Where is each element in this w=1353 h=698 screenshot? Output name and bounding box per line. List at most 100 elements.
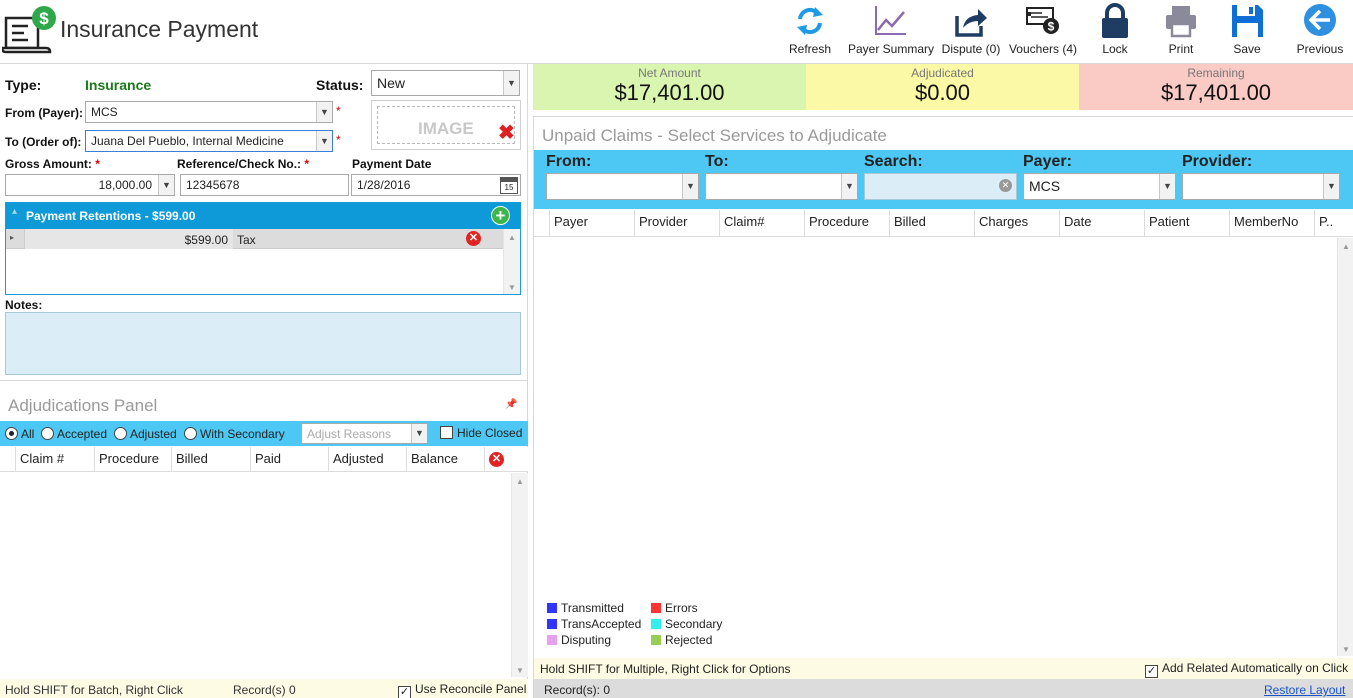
payment-form: Type: Insurance Status: New ▼ From (Paye…	[0, 64, 528, 380]
reference-input[interactable]: 12345678	[180, 174, 349, 196]
lock-button[interactable]: Lock	[1092, 2, 1138, 60]
image-placeholder-label: IMAGE	[418, 119, 474, 138]
column-claim[interactable]: Claim #	[15, 447, 94, 471]
column-date[interactable]: Date	[1059, 210, 1144, 236]
check-image-box[interactable]: IMAGE ✖	[371, 100, 521, 150]
provider-filter-select[interactable]: ▼	[1182, 173, 1340, 200]
column-billed[interactable]: Billed	[889, 210, 974, 236]
required-marker: *	[336, 104, 341, 118]
legend-transmitted: Transmitted	[547, 601, 624, 615]
payment-summary: Net Amount $17,401.00 Adjudicated $0.00 …	[533, 64, 1353, 110]
legend-swatch	[651, 619, 661, 629]
payment-date-input[interactable]: 1/28/2016 15	[351, 174, 521, 196]
claims-scrollbar[interactable]: ▲ ▼	[1337, 238, 1353, 656]
column-procedure[interactable]: Procedure	[94, 447, 171, 471]
adjudications-scrollbar[interactable]: ▲ ▼	[511, 473, 528, 677]
multi-select-hint: Hold SHIFT for Multiple, Right Click for…	[540, 662, 791, 676]
type-label: Type:	[5, 77, 42, 93]
hide-closed-checkbox[interactable]: Hide Closed	[440, 426, 522, 440]
adjudications-status-bar: Hold SHIFT for Batch, Right Click Record…	[0, 679, 528, 698]
column-provider[interactable]: Provider	[634, 210, 719, 236]
column-charges[interactable]: Charges	[974, 210, 1059, 236]
vouchers-button[interactable]: $ Vouchers (4)	[1006, 2, 1080, 60]
column-overflow[interactable]: P..	[1314, 210, 1338, 236]
use-reconcile-checkbox[interactable]: ✓ Use Reconcile Panel	[398, 682, 526, 698]
adjudications-filter-bar: All Accepted Adjusted With Secondary Adj…	[0, 421, 528, 446]
claims-record-count: Record(s): 0	[544, 683, 611, 697]
from-payer-label: From (Payer):	[5, 106, 84, 120]
retentions-scrollbar[interactable]: ▲ ▼	[503, 229, 520, 294]
reference-label: Reference/Check No.: *	[177, 157, 310, 171]
legend-secondary: Secondary	[651, 617, 722, 631]
page-title: Insurance Payment	[60, 16, 259, 42]
adjust-reasons-select[interactable]: Adjust Reasons ▼	[301, 423, 428, 444]
column-payer[interactable]: Payer	[549, 210, 634, 236]
add-related-checkbox[interactable]: ✓ Add Related Automatically on Click	[1145, 661, 1348, 678]
from-filter-label: From:	[546, 153, 592, 170]
adjudicated-value: $0.00	[914, 80, 971, 105]
column-billed[interactable]: Billed	[171, 447, 250, 471]
column-adjusted[interactable]: Adjusted	[328, 447, 406, 471]
to-filter-select[interactable]: ▼	[705, 173, 858, 200]
filter-adjusted[interactable]: Adjusted	[114, 427, 177, 441]
filter-all[interactable]: All	[5, 427, 34, 441]
add-retention-icon[interactable]: +	[491, 206, 510, 225]
adjudicated-tile: Adjudicated $0.00	[806, 64, 1079, 110]
remove-image-icon[interactable]: ✖	[498, 123, 515, 143]
payer-filter-label: Payer:	[1023, 153, 1072, 170]
provider-filter-label: Provider:	[1182, 153, 1253, 170]
filter-accepted[interactable]: Accepted	[41, 427, 107, 441]
dispute-button[interactable]: Dispute (0)	[940, 2, 1002, 60]
required-marker: *	[336, 133, 341, 147]
arrow-left-icon	[1304, 4, 1336, 36]
legend-swatch	[547, 635, 557, 645]
legend-swatch	[651, 603, 661, 613]
calendar-icon[interactable]: 15	[500, 177, 518, 194]
lock-icon	[1102, 3, 1128, 38]
payment-date-value: 1/28/2016	[357, 178, 411, 192]
legend-trans-accepted: TransAccepted	[547, 617, 641, 631]
delete-retention-icon[interactable]: ✕	[466, 231, 481, 246]
gross-amount-input[interactable]: 18,000.00 ▼	[5, 174, 175, 196]
column-procedure[interactable]: Procedure	[804, 210, 889, 236]
payer-filter-select[interactable]: MCS ▼	[1023, 173, 1176, 200]
from-filter-select[interactable]: ▼	[546, 173, 699, 200]
table-row[interactable]: ▸ $599.00 Tax ✕	[6, 229, 503, 249]
from-payer-select[interactable]: MCS ▼	[85, 101, 333, 123]
clear-search-icon[interactable]: ✕	[999, 179, 1012, 192]
column-claim-number[interactable]: Claim#	[719, 210, 804, 236]
to-order-label: To (Order of):	[5, 135, 82, 149]
voucher-icon: $	[1026, 7, 1059, 34]
insurance-payment-logo-icon: $	[2, 6, 56, 54]
legend-swatch	[651, 635, 661, 645]
collapse-icon[interactable]: ▴	[12, 206, 17, 217]
status-select-value: New	[377, 75, 406, 91]
refresh-button[interactable]: Refresh	[784, 2, 836, 60]
payment-retentions-panel: ▴ Payment Retentions - $599.00 + ▸ $599.…	[5, 202, 521, 295]
filter-with-secondary[interactable]: With Secondary	[184, 427, 285, 441]
print-button[interactable]: Print	[1158, 2, 1204, 60]
clear-column[interactable]: ✕	[484, 447, 512, 471]
save-button[interactable]: Save	[1224, 2, 1270, 60]
svg-text:$: $	[1048, 20, 1055, 34]
reference-value: 12345678	[186, 178, 240, 192]
column-member-no[interactable]: MemberNo	[1229, 210, 1314, 236]
column-balance[interactable]: Balance	[406, 447, 484, 471]
retentions-title: Payment Retentions - $599.00	[26, 209, 196, 223]
notes-textarea[interactable]	[5, 312, 521, 375]
payer-summary-label: Payer Summary	[847, 42, 935, 56]
column-patient[interactable]: Patient	[1144, 210, 1229, 236]
search-input[interactable]: ✕	[864, 173, 1017, 200]
payer-summary-button[interactable]: Payer Summary	[846, 2, 936, 60]
gross-amount-value: 18,000.00	[98, 178, 152, 192]
restore-layout-link[interactable]: Restore Layout	[1264, 683, 1345, 697]
payer-filter-value: MCS	[1029, 178, 1061, 194]
notes-label: Notes:	[5, 298, 43, 312]
pin-icon[interactable]: 📌	[505, 399, 517, 410]
status-select[interactable]: New ▼	[371, 70, 520, 96]
to-order-select[interactable]: Juana Del Pueblo, Internal Medicine ▼	[85, 130, 333, 152]
column-paid[interactable]: Paid	[250, 447, 328, 471]
previous-button[interactable]: Previous	[1294, 2, 1346, 60]
clear-all-icon[interactable]: ✕	[489, 452, 504, 467]
chevron-down-icon: ▼	[1323, 174, 1339, 199]
